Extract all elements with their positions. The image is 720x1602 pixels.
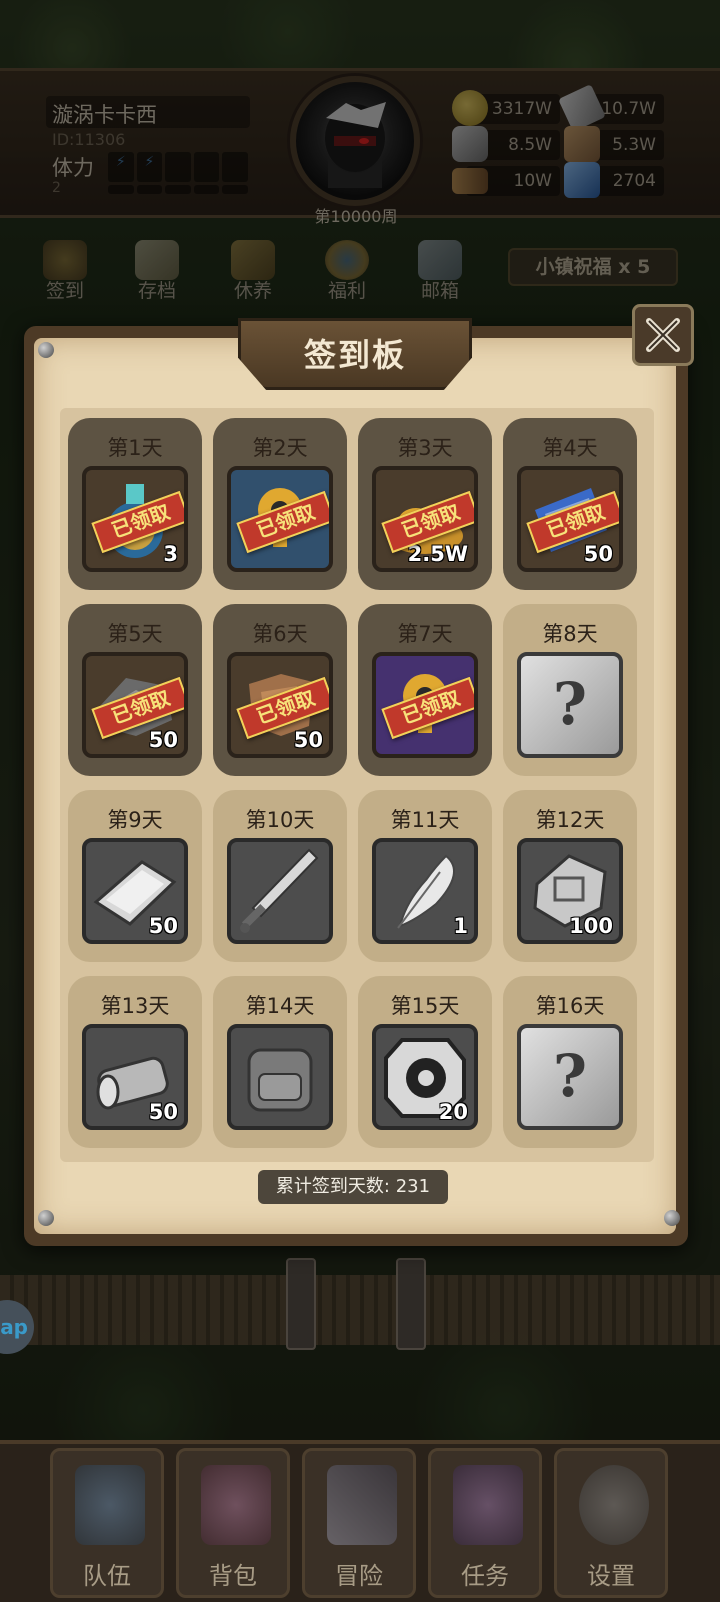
day-card-6[interactable]: 第6天 50 已领取 [213, 604, 347, 776]
reward-item[interactable]: 50 [82, 1024, 188, 1130]
reward-item[interactable]: 已领取 [372, 652, 478, 758]
backpack-icon [201, 1465, 271, 1545]
reward-quantity: 50 [583, 542, 613, 566]
gate-post [396, 1258, 426, 1350]
gate-post [286, 1258, 316, 1350]
day-label: 第10天 [245, 808, 315, 832]
day-card-3[interactable]: 第3天 2.5W 已领取 [358, 418, 492, 590]
reward-item[interactable]: 已领取 [227, 466, 333, 572]
reward-item[interactable]: 2.5W 已领取 [372, 466, 478, 572]
tab-team[interactable]: 队伍 [50, 1448, 164, 1598]
day-card-8[interactable]: 第8天? [503, 604, 637, 776]
quest-flower-icon [453, 1465, 523, 1545]
day-label: 第15天 [390, 994, 460, 1018]
reward-item[interactable]: 3 已领取 [82, 466, 188, 572]
reward-quantity: 50 [148, 728, 178, 752]
day-card-14[interactable]: 第14天 [213, 976, 347, 1148]
rivet-icon [38, 1210, 54, 1226]
close-button[interactable] [632, 304, 694, 366]
day-label: 第9天 [107, 808, 163, 832]
day-label: 第7天 [397, 622, 453, 646]
tab-adventure[interactable]: 冒险 [302, 1448, 416, 1598]
day-label: 第3天 [397, 436, 453, 460]
day-card-13[interactable]: 第13天 50 [68, 976, 202, 1148]
day-card-11[interactable]: 第11天 1 [358, 790, 492, 962]
reward-item[interactable] [227, 838, 333, 944]
reward-item[interactable]: 1 [372, 838, 478, 944]
reward-item[interactable]: 50 [82, 838, 188, 944]
reward-item[interactable] [227, 1024, 333, 1130]
day-card-7[interactable]: 第7天已领取 [358, 604, 492, 776]
reward-quantity: 50 [148, 1100, 178, 1124]
day-label: 第5天 [107, 622, 163, 646]
backpack-icon [247, 1048, 313, 1112]
day-card-15[interactable]: 第15天 20 [358, 976, 492, 1148]
reward-quantity: 20 [438, 1100, 468, 1124]
fence-decor [0, 1275, 720, 1345]
day-label: 第4天 [542, 436, 598, 460]
reward-item[interactable]: 50 已领取 [517, 466, 623, 572]
day-label: 第13天 [100, 994, 170, 1018]
day-label: 第8天 [542, 622, 598, 646]
great-sword-icon [240, 848, 319, 933]
mystery-box-icon: ? [553, 670, 587, 738]
reward-item[interactable]: 100 [517, 838, 623, 944]
reward-quantity: 2.5W [407, 542, 468, 566]
reward-item[interactable]: 20 [372, 1024, 478, 1130]
day-label: 第12天 [535, 808, 605, 832]
day-card-9[interactable]: 第9天 50 [68, 790, 202, 962]
reward-item[interactable]: 50 已领取 [227, 652, 333, 758]
day-label: 第6天 [252, 622, 308, 646]
mystery-box-icon: ? [553, 1042, 587, 1110]
reward-quantity: 100 [569, 914, 613, 938]
day-card-4[interactable]: 第4天 50 已领取 [503, 418, 637, 590]
day-card-10[interactable]: 第10天 [213, 790, 347, 962]
gear-icon [579, 1465, 649, 1545]
day-label: 第16天 [535, 994, 605, 1018]
day-label: 第2天 [252, 436, 308, 460]
reward-quantity: 1 [453, 914, 468, 938]
day-label: 第1天 [107, 436, 163, 460]
day-card-16[interactable]: 第16天? [503, 976, 637, 1148]
close-icon [646, 318, 680, 352]
tab-settings[interactable]: 设置 [554, 1448, 668, 1598]
day-card-12[interactable]: 第12天 100 [503, 790, 637, 962]
helmet-icon [75, 1465, 145, 1545]
rivet-icon [38, 342, 54, 358]
day-label: 第14天 [245, 994, 315, 1018]
day-card-2[interactable]: 第2天已领取 [213, 418, 347, 590]
tab-backpack[interactable]: 背包 [176, 1448, 290, 1598]
total-sign-in-days: 累计签到天数: 231 [258, 1170, 448, 1204]
crossed-swords-icon [327, 1465, 397, 1545]
tab-quest[interactable]: 任务 [428, 1448, 542, 1598]
day-card-5[interactable]: 第5天 50 已领取 [68, 604, 202, 776]
reward-item[interactable]: ? [517, 1024, 623, 1130]
reward-item[interactable]: ? [517, 652, 623, 758]
reward-quantity: 3 [163, 542, 178, 566]
rivet-icon [664, 1210, 680, 1226]
reward-quantity: 50 [148, 914, 178, 938]
day-label: 第11天 [390, 808, 460, 832]
board-title: 签到板 [303, 336, 406, 374]
reward-quantity: 50 [293, 728, 323, 752]
reward-item[interactable]: 50 已领取 [82, 652, 188, 758]
day-card-1[interactable]: 第1天 3 已领取 [68, 418, 202, 590]
